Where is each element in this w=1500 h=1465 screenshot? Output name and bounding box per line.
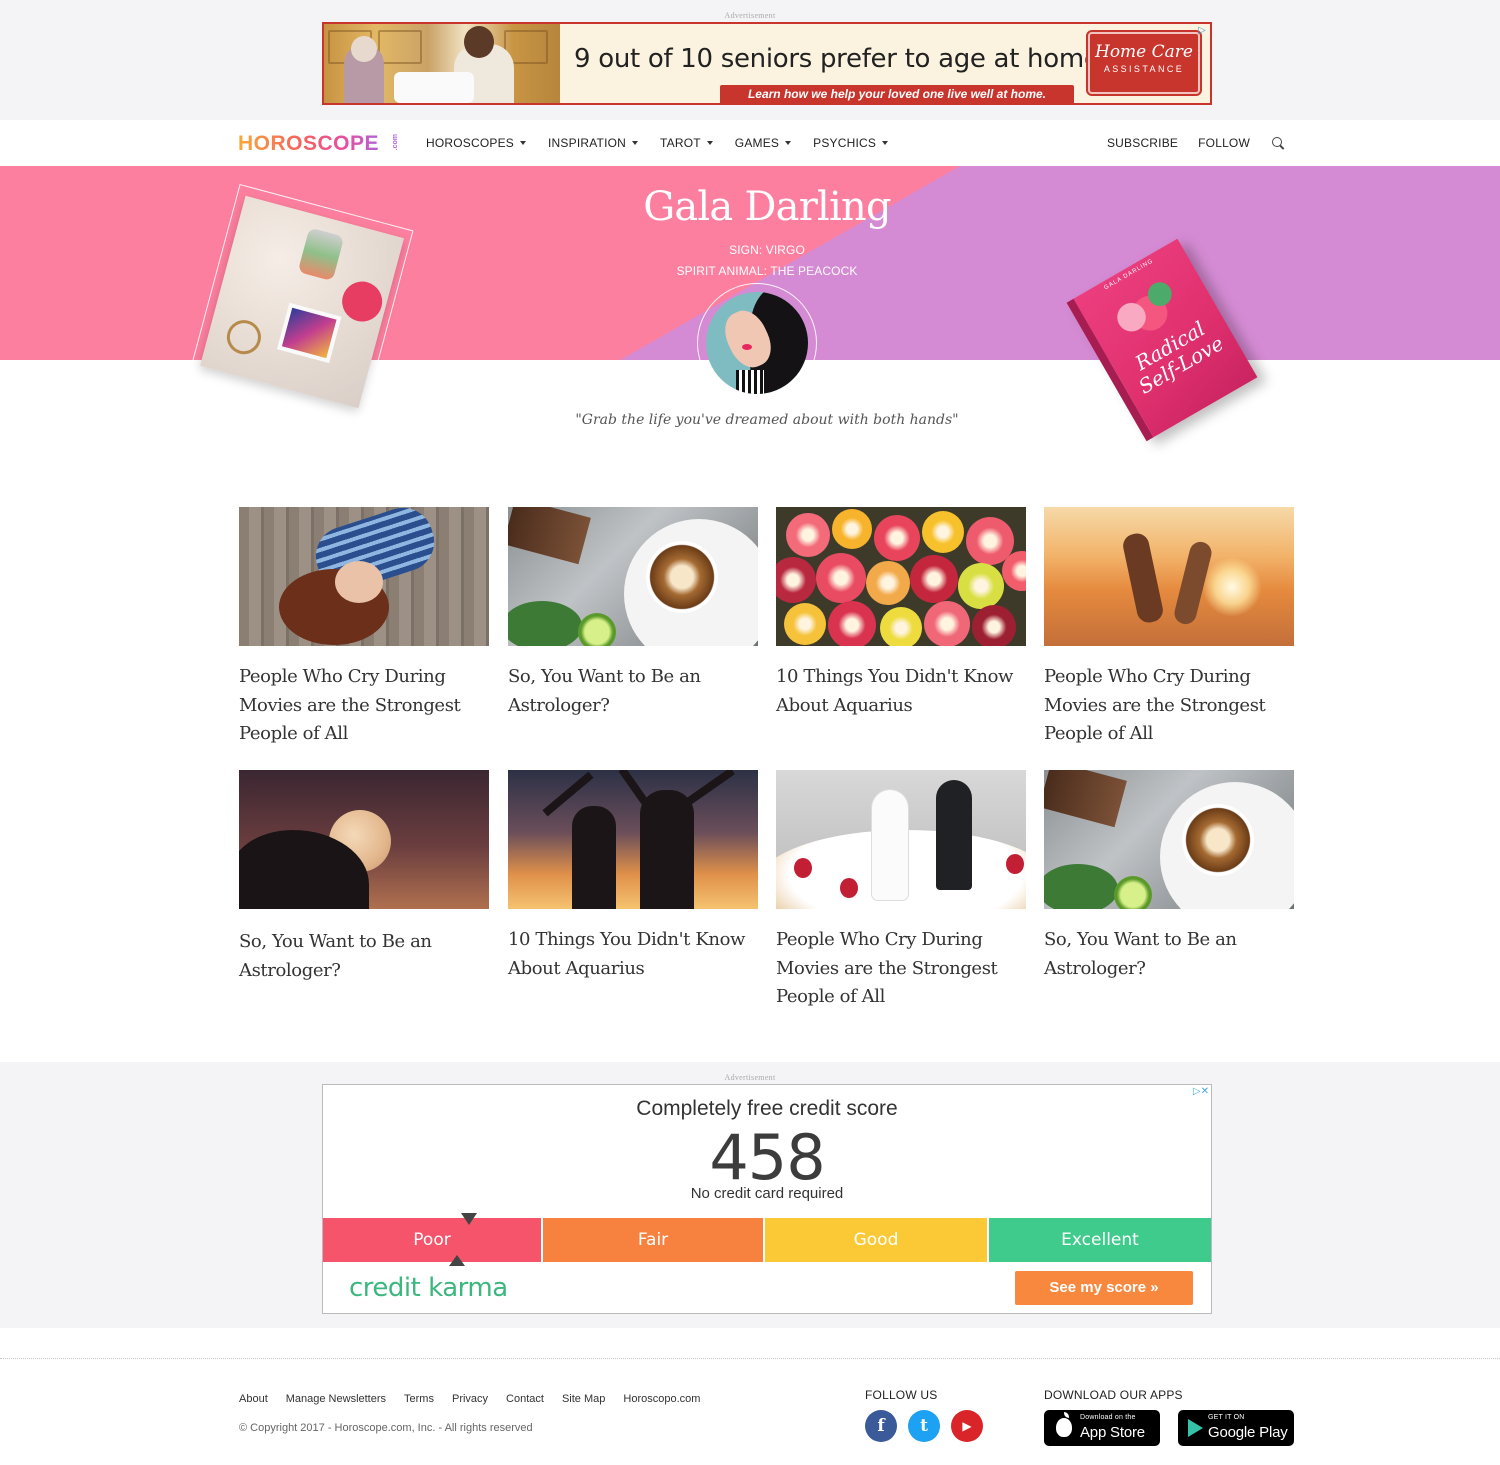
site-logo-suffix: .com	[392, 134, 399, 151]
app-store-small: Download on the	[1080, 1414, 1136, 1421]
article-thumbnail[interactable]	[239, 770, 489, 909]
ad-subline: Learn how we help your loved one live we…	[720, 85, 1074, 103]
caret-down-icon	[520, 141, 527, 145]
subscribe-link[interactable]: SUBSCRIBE	[1107, 136, 1178, 150]
see-my-score-button[interactable]: See my score »	[1015, 1271, 1193, 1305]
article-thumbnail[interactable]	[776, 770, 1026, 909]
brand-line-2: ASSISTANCE	[1103, 64, 1185, 74]
main-nav: HOROSCOPE .com HOROSCOPES INSPIRATION TA…	[0, 120, 1500, 166]
google-play-small: GET IT ON	[1208, 1414, 1245, 1421]
footer-link[interactable]: Manage Newsletters	[286, 1393, 386, 1405]
article-thumbnail[interactable]	[776, 507, 1026, 646]
article-title[interactable]: 10 Things You Didn't Know About Aquarius	[508, 926, 758, 983]
nav-item-inspiration[interactable]: INSPIRATION	[548, 136, 639, 150]
article-thumbnail[interactable]	[508, 507, 758, 646]
article-title[interactable]: People Who Cry During Movies are the Str…	[1044, 663, 1294, 749]
youtube-icon[interactable]: ▶	[951, 1410, 983, 1442]
article-title[interactable]: So, You Want to Be an Astrologer?	[1044, 926, 1294, 983]
ad-label: Advertisement	[724, 11, 776, 20]
article-title[interactable]: So, You Want to Be an Astrologer?	[239, 928, 489, 985]
profile-sign: SIGN: VIRGO	[729, 243, 805, 257]
footer-link[interactable]: About	[239, 1393, 268, 1405]
home-care-logo: Home Care ASSISTANCE	[1086, 30, 1202, 96]
brand-line-1: Home Care	[1095, 42, 1193, 62]
copyright: © Copyright 2017 - Horoscope.com, Inc. -…	[239, 1422, 533, 1434]
caret-down-icon	[706, 141, 713, 145]
profile-name: Gala Darling	[643, 184, 891, 230]
site-logo[interactable]: HOROSCOPE	[238, 132, 379, 156]
app-store-big: App Store	[1080, 1424, 1145, 1441]
caret-down-icon	[882, 141, 889, 145]
footer-links: About Manage Newsletters Terms Privacy Conta…	[239, 1393, 718, 1405]
ck-subline: No credit card required	[690, 1185, 844, 1202]
article-title[interactable]: People Who Cry During Movies are the Str…	[239, 663, 489, 749]
google-play-button[interactable]: GET IT ON Google Play	[1178, 1410, 1294, 1446]
article-title[interactable]: People Who Cry During Movies are the Str…	[776, 926, 1026, 1012]
nav-label: PSYCHICS	[813, 136, 877, 150]
footer-link[interactable]: Contact	[506, 1393, 544, 1405]
article-thumbnail[interactable]	[1044, 770, 1294, 909]
nav-menu: HOROSCOPES INSPIRATION TAROT GAMES PSYCH…	[426, 120, 910, 166]
credit-score: 458	[709, 1121, 825, 1194]
score-segment-excellent: Excellent	[987, 1218, 1211, 1262]
avatar	[706, 292, 808, 394]
app-store-button[interactable]: Download on the App Store	[1044, 1410, 1160, 1446]
ad-choices-icon[interactable]: ▷✕	[1193, 1086, 1209, 1097]
footer-divider	[0, 1358, 1500, 1359]
footer-link[interactable]: Privacy	[452, 1393, 488, 1405]
score-segment-poor: Poor	[323, 1218, 541, 1262]
article-thumbnail[interactable]	[508, 770, 758, 909]
nav-label: HOROSCOPES	[426, 136, 515, 150]
nav-label: INSPIRATION	[548, 136, 627, 150]
ad-choices-icon[interactable]: ▷	[1196, 25, 1208, 37]
ad-label: Advertisement	[724, 1073, 776, 1082]
facebook-icon[interactable]: f	[865, 1410, 897, 1442]
nav-label: GAMES	[734, 136, 780, 150]
credit-karma-ad[interactable]: ▷✕ Completely free credit score 458 No c…	[322, 1084, 1212, 1314]
profile-spirit-animal: SPIRIT ANIMAL: THE PEACOCK	[676, 264, 858, 278]
caret-down-icon	[785, 141, 792, 145]
article-thumbnail[interactable]	[1044, 507, 1294, 646]
nav-item-psychics[interactable]: PSYCHICS	[813, 136, 889, 150]
ck-headline: Completely free credit score	[636, 1097, 898, 1120]
download-apps-label: DOWNLOAD OUR APPS	[1044, 1388, 1183, 1402]
ad-photo	[324, 24, 560, 103]
nav-item-games[interactable]: GAMES	[734, 136, 792, 150]
nav-item-tarot[interactable]: TAROT	[660, 136, 713, 150]
follow-us-label: FOLLOW US	[865, 1388, 938, 1402]
search-icon[interactable]	[1272, 137, 1284, 149]
nav-item-horoscopes[interactable]: HOROSCOPES	[426, 136, 527, 150]
score-segment-good: Good	[763, 1218, 987, 1262]
follow-link[interactable]: FOLLOW	[1198, 136, 1250, 150]
nav-actions: SUBSCRIBE FOLLOW	[1087, 120, 1284, 166]
article-thumbnail[interactable]	[239, 507, 489, 646]
article-title[interactable]: 10 Things You Didn't Know About Aquarius	[776, 663, 1026, 720]
footer-link[interactable]: Horoscopo.com	[623, 1393, 700, 1405]
profile-quote: "Grab the life you've dreamed about with…	[575, 412, 959, 428]
score-segment-fair: Fair	[541, 1218, 763, 1262]
footer-link[interactable]: Site Map	[562, 1393, 605, 1405]
article-title[interactable]: So, You Want to Be an Astrologer?	[508, 663, 758, 720]
google-play-icon	[1188, 1419, 1203, 1437]
google-play-big: Google Play	[1208, 1424, 1288, 1441]
caret-down-icon	[632, 141, 639, 145]
twitter-icon[interactable]: t	[908, 1410, 940, 1442]
footer-link[interactable]: Terms	[404, 1393, 434, 1405]
apple-icon	[1056, 1412, 1072, 1437]
credit-karma-logo: credit karma	[349, 1273, 508, 1303]
nav-label: TAROT	[660, 136, 701, 150]
score-marker-up-icon	[449, 1255, 465, 1266]
score-marker-down-icon	[461, 1213, 477, 1225]
home-care-ad[interactable]: 9 out of 10 seniors prefer to age at hom…	[322, 22, 1212, 105]
ad-headline: 9 out of 10 seniors prefer to age at hom…	[574, 44, 1108, 74]
